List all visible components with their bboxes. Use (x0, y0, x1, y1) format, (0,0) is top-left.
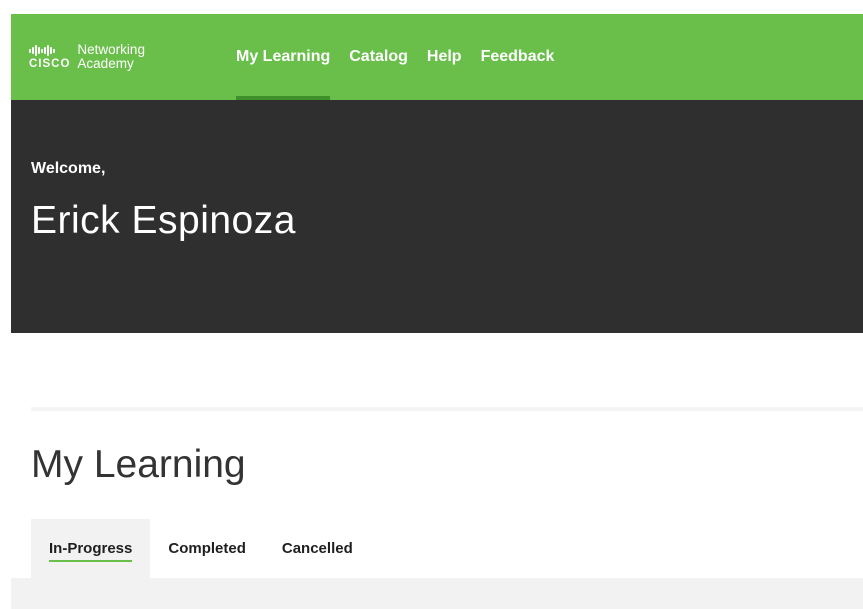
nav-item-my-learning[interactable]: My Learning (236, 14, 331, 100)
tab-cancelled-label: Cancelled (281, 540, 353, 557)
tab-cancelled[interactable]: Cancelled (264, 519, 371, 578)
brand-line-networking: Networking (77, 42, 145, 57)
brand-name: Networking Academy (77, 43, 145, 71)
nav-item-catalog[interactable]: Catalog (349, 14, 408, 100)
tab-in-progress[interactable]: In-Progress (31, 519, 151, 578)
brand-line-academy: Academy (77, 56, 134, 71)
section-divider (31, 407, 863, 411)
page: CISCO Networking Academy My Learning Cat… (0, 0, 863, 609)
welcome-label: Welcome, (31, 160, 106, 177)
tab-content-area (11, 578, 863, 609)
tab-completed[interactable]: Completed (150, 519, 264, 578)
brand-logo-link[interactable]: CISCO Networking Academy (11, 14, 236, 100)
learning-tabs: In-Progress Completed Cancelled (31, 519, 371, 578)
nav-item-feedback[interactable]: Feedback (481, 14, 555, 100)
tab-in-progress-label: In-Progress (49, 540, 133, 562)
user-name: Erick Espinoza (31, 199, 296, 242)
top-navigation-bar: CISCO Networking Academy My Learning Cat… (11, 14, 863, 100)
welcome-banner: Welcome, Erick Espinoza (11, 100, 863, 333)
tab-completed-label: Completed (168, 540, 246, 557)
cisco-logo-word: CISCO (29, 57, 71, 70)
nav-links: My Learning Catalog Help Feedback (236, 14, 554, 100)
nav-item-help[interactable]: Help (427, 14, 462, 100)
page-title: My Learning (31, 443, 246, 486)
cisco-bars-icon (29, 45, 55, 57)
cisco-logo: CISCO (29, 45, 70, 70)
